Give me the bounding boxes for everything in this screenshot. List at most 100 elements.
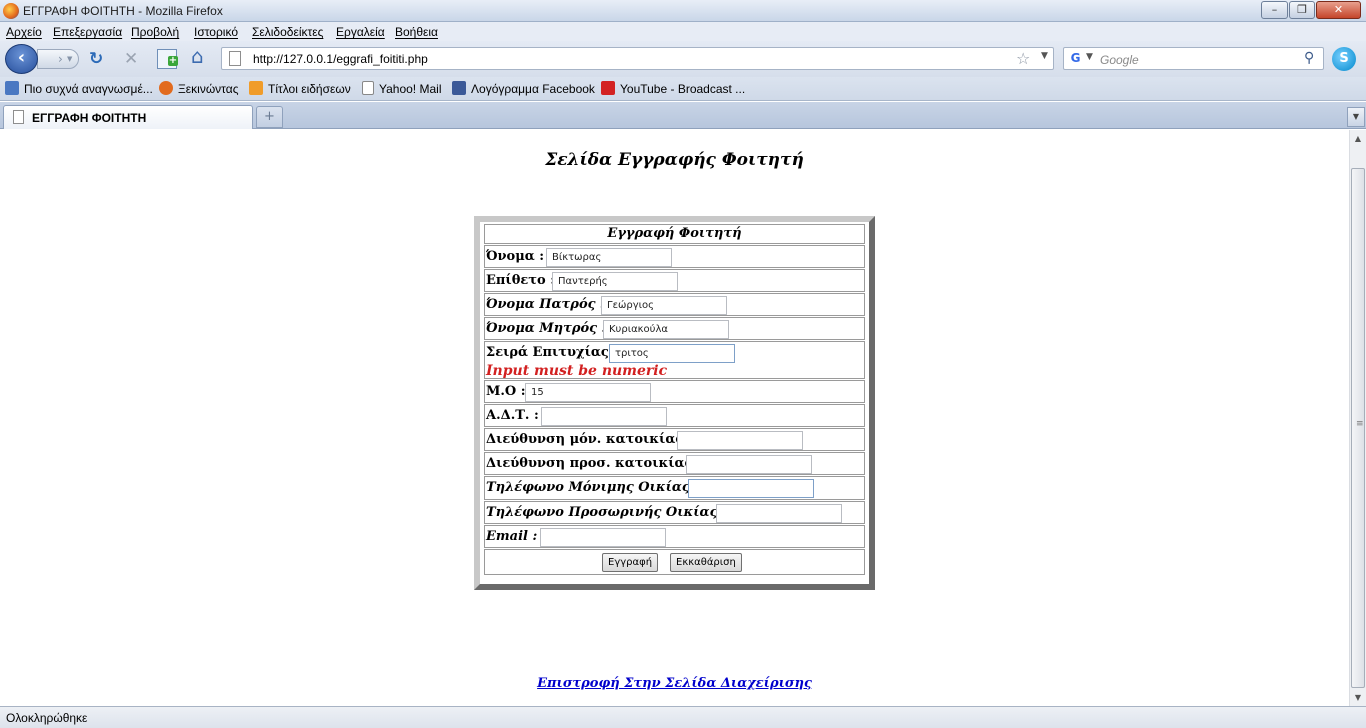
menu-help[interactable]: Βοήθεια	[395, 25, 438, 39]
status-bar: Ολοκληρώθηκε	[0, 706, 1366, 728]
tab-student-registration[interactable]: ΕΓΓΡΑΦΗ ΦΟΙΤΗΤΗ	[3, 105, 253, 129]
registration-form: Εγγραφή Φοιτητή Όνομα : Επίθετο : Όνομα …	[474, 216, 875, 590]
bookmark-getting-started[interactable]: Ξεκινώντας	[159, 81, 238, 97]
new-tab-button[interactable]: +	[256, 106, 283, 128]
gpa-field[interactable]	[525, 383, 651, 402]
form-row-id-card: Α.Δ.Τ. :	[484, 404, 865, 427]
form-row-temp-phone: Τηλέφωνο Προσωρινής Οικίας :	[484, 501, 865, 524]
perm-phone-field[interactable]	[688, 479, 814, 498]
bookmark-youtube[interactable]: YouTube - Broadcast ...	[601, 81, 745, 97]
tab-strip: ΕΓΓΡΑΦΗ ΦΟΙΤΗΤΗ + ▼	[0, 102, 1366, 129]
form-row-rank: Σειρά Επιτυχίας : Input must be numeric	[484, 341, 865, 379]
temp-address-field[interactable]	[686, 455, 812, 474]
facebook-icon	[452, 81, 466, 95]
form-row-temp-address: Διεύθυνση προσ. κατοικίας:	[484, 452, 865, 475]
google-icon[interactable]: G	[1068, 51, 1083, 66]
scrollbar-grip-icon: ≡	[1356, 419, 1364, 429]
window-title: ΕΓΓΡΑΦΗ ΦΟΙΤΗΤΗ - Mozilla Firefox	[23, 4, 223, 18]
father-name-label: Όνομα Πατρός :	[486, 297, 605, 312]
search-placeholder[interactable]: Google	[1100, 53, 1139, 67]
register-button[interactable]: Εγγραφή	[602, 553, 659, 572]
new-bookmark-icon[interactable]: +	[157, 49, 178, 69]
rank-label: Σειρά Επιτυχίας :	[486, 345, 619, 360]
address-bar[interactable]: http://127.0.0.1/eggrafi_foititi.php ☆ ▼	[221, 47, 1054, 70]
forward-button[interactable]: › ▼	[37, 49, 79, 69]
home-icon[interactable]: ⌂	[191, 46, 204, 66]
form-row-surname: Επίθετο :	[484, 269, 865, 292]
return-to-admin-link-row: Επιστροφή Στην Σελίδα Διαχείρισης	[0, 676, 1349, 691]
rank-error-message: Input must be numeric	[486, 363, 668, 379]
perm-address-field[interactable]	[677, 431, 803, 450]
name-label: Όνομα :	[486, 249, 545, 264]
form-row-email: Email :	[484, 525, 865, 548]
name-field[interactable]	[546, 248, 672, 267]
temp-phone-field[interactable]	[716, 504, 842, 523]
rank-field[interactable]	[609, 344, 735, 363]
menu-bookmarks[interactable]: Σελιδοδείκτες	[252, 25, 323, 39]
bookmark-news-headlines[interactable]: Τίτλοι ειδήσεων	[249, 81, 351, 97]
temp-phone-label: Τηλέφωνο Προσωρινής Οικίας :	[486, 505, 727, 520]
scrollbar-thumb[interactable]: ≡	[1351, 168, 1365, 688]
minimize-button[interactable]: –	[1261, 1, 1288, 19]
form-header: Εγγραφή Φοιτητή	[607, 226, 742, 241]
firefox-icon	[159, 81, 173, 95]
url-dropdown-icon[interactable]: ▼	[1041, 51, 1048, 61]
return-to-admin-link[interactable]: Επιστροφή Στην Σελίδα Διαχείρισης	[537, 676, 812, 691]
form-row-gpa: Μ.Ο :	[484, 380, 865, 403]
stop-icon[interactable]: ✕	[124, 50, 138, 68]
menu-view[interactable]: Προβολή	[131, 25, 179, 39]
form-row-mother: Όνομα Μητρός :	[484, 317, 865, 340]
menu-history[interactable]: Ιστορικό	[194, 25, 238, 39]
mother-name-field[interactable]	[603, 320, 729, 339]
maximize-button[interactable]: ❐	[1289, 1, 1315, 19]
page-title: Σελίδα Εγγραφής Φοιτητή	[545, 150, 804, 170]
url-text[interactable]: http://127.0.0.1/eggrafi_foititi.php	[253, 52, 428, 66]
father-name-field[interactable]	[601, 296, 727, 315]
bookmark-most-visited[interactable]: Πιο συχνά αναγνωσμέ...	[5, 81, 153, 97]
most-visited-icon	[5, 81, 19, 95]
close-window-button[interactable]: ✕	[1316, 1, 1361, 19]
email-field[interactable]	[540, 528, 666, 547]
history-dropdown-icon[interactable]: ▼	[67, 50, 72, 68]
skype-icon[interactable]: S	[1332, 47, 1356, 71]
scroll-down-icon[interactable]: ▼	[1350, 689, 1366, 706]
surname-field[interactable]	[552, 272, 678, 291]
search-engine-dropdown-icon[interactable]: ▼	[1086, 52, 1093, 62]
bookmark-label: Ξεκινώντας	[178, 82, 239, 96]
window-title-bar: ΕΓΓΡΑΦΗ ΦΟΙΤΗΤΗ - Mozilla Firefox – ❐ ✕	[0, 0, 1366, 22]
perm-address-label: Διεύθυνση μόν. κατοικίας:	[486, 432, 689, 447]
bookmark-facebook[interactable]: Λογόγραμμα Facebook	[452, 81, 595, 97]
bookmark-label: Πιο συχνά αναγνωσμέ...	[24, 82, 153, 96]
bookmark-yahoo-mail[interactable]: Yahoo! Mail	[362, 81, 441, 97]
form-buttons-row: Εγγραφή Εκκαθάριση	[484, 549, 865, 575]
youtube-icon	[601, 81, 615, 95]
back-button[interactable]: ‹	[5, 44, 38, 74]
id-card-field[interactable]	[541, 407, 667, 426]
vertical-scrollbar[interactable]: ▲ ≡ ▼	[1349, 130, 1366, 706]
search-icon[interactable]: ⚲	[1304, 50, 1314, 66]
menu-tools[interactable]: Εργαλεία	[336, 25, 385, 39]
forward-icon: ›	[58, 52, 63, 66]
reload-icon[interactable]: ↻	[89, 50, 103, 68]
surname-label: Επίθετο :	[486, 273, 556, 288]
menu-edit[interactable]: Επεξεργασία	[53, 25, 122, 39]
form-row-name: Όνομα :	[484, 245, 865, 268]
bookmark-star-icon[interactable]: ☆	[1016, 49, 1030, 68]
search-bar[interactable]: G ▼ Google ⚲	[1063, 47, 1324, 70]
email-label: Email :	[486, 529, 538, 544]
menu-bar: Αρχείο Επεξεργασία Προβολή Ιστορικό Σελι…	[0, 22, 1366, 41]
form-row-father: Όνομα Πατρός :	[484, 293, 865, 316]
bookmark-label: Yahoo! Mail	[379, 82, 442, 96]
page-icon	[362, 81, 374, 95]
list-all-tabs-button[interactable]: ▼	[1347, 107, 1365, 127]
menu-file[interactable]: Αρχείο	[6, 25, 42, 39]
bookmark-label: Τίτλοι ειδήσεων	[268, 82, 351, 96]
rss-icon	[249, 81, 263, 95]
temp-address-label: Διεύθυνση προσ. κατοικίας:	[486, 456, 698, 471]
page-content: Σελίδα Εγγραφής Φοιτητή Εγγραφή Φοιτητή …	[0, 130, 1349, 706]
page-icon	[13, 110, 24, 124]
page-icon	[229, 51, 241, 66]
clear-button[interactable]: Εκκαθάριση	[670, 553, 742, 572]
status-text: Ολοκληρώθηκε	[6, 711, 88, 725]
scroll-up-icon[interactable]: ▲	[1350, 130, 1366, 147]
